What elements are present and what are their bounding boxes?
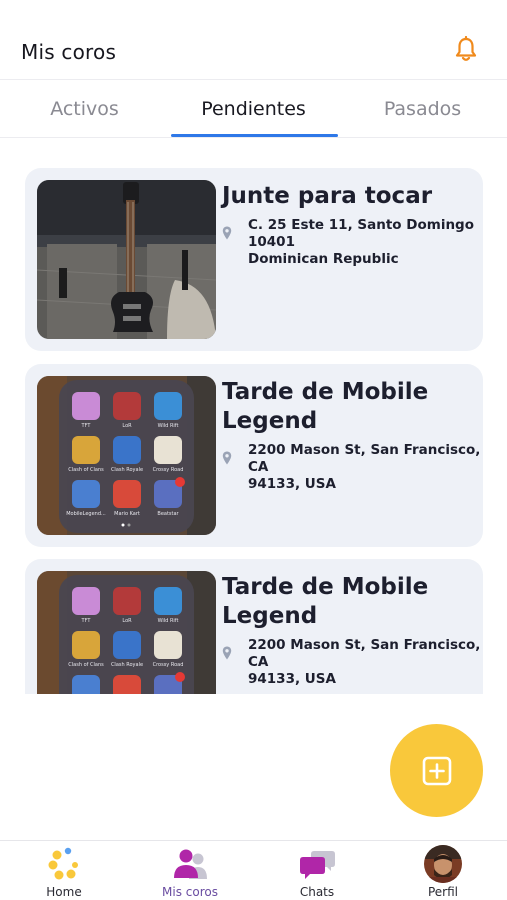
app-label: TFT [81,618,92,624]
chat-bubbles-icon [300,851,335,879]
tab-pasados[interactable]: Pasados [338,80,507,138]
app-label: LoR [122,618,132,624]
app-label: Wild Rift [158,618,179,624]
coro-image: TFT LoR Wild Rift Clash of Clans Clash R… [37,571,216,694]
location-pin-icon [222,646,232,660]
nav-mis-coros[interactable]: Mis coros [127,841,253,900]
app-label: Clash of Clans [68,467,104,473]
app-label: MobileLegend... [66,511,106,517]
mobile-games-folder-screenshot: TFT LoR Wild Rift Clash of Clans Clash R… [37,376,216,535]
coro-image: TFT LoR Wild Rift Clash of Clans Clash R… [37,376,216,535]
nav-label: Mis coros [162,885,218,899]
app-label: Clash Royale [111,662,143,668]
add-square-icon [422,756,451,785]
app-label: Beatstar [157,511,179,517]
coro-name: Junte para tocar [222,183,433,209]
nav-label: Chats [299,885,335,899]
app-label: Clash of Clans [68,662,104,668]
page-title: Mis coros [21,40,117,64]
top-bar: Mis coros [0,0,507,80]
bottom-nav: Home Mis coros Chats Perfil [0,840,507,900]
home-logo-icon [48,847,78,880]
location-pin-icon [222,226,232,240]
active-tab-indicator [171,134,338,137]
app-label: Crossy Road [153,662,184,668]
app-label: TFT [81,423,92,429]
app-label: Mario Kart [114,511,140,517]
app-label: Crossy Road [153,467,184,473]
users-icon [174,849,207,879]
app-label: LoR [122,423,132,429]
location-pin-icon [222,451,232,465]
avatar-icon [424,845,462,883]
nav-home[interactable]: Home [1,841,127,900]
app-label: Clash Royale [111,467,143,473]
guitar-photo [37,180,216,339]
coro-card[interactable]: TFT LoR Wild Rift Clash of Clans Clash R… [25,364,483,547]
coro-address: C. 25 Este 11, Santo Domingo 10401 Domin… [248,217,474,267]
coros-list[interactable]: Junte para tocar C. 25 Este 11, Santo Do… [0,138,507,694]
tab-bar: Activos Pendientes Pasados [0,80,507,138]
coro-name: Tarde de Mobile Legend [222,379,429,434]
app-label: Wild Rift [158,423,179,429]
bell-icon[interactable] [453,36,479,64]
coro-card[interactable]: Junte para tocar C. 25 Este 11, Santo Do… [25,168,483,351]
tab-pendientes[interactable]: Pendientes [169,80,338,138]
coro-address: 2200 Mason St, San Francisco, CA 94133, … [248,442,481,492]
coro-image [37,180,216,339]
add-coro-button[interactable] [390,724,483,817]
mobile-games-folder-screenshot: TFT LoR Wild Rift Clash of Clans Clash R… [37,571,216,694]
nav-label: Perfil [427,885,459,899]
nav-chats[interactable]: Chats [254,841,380,900]
coro-card[interactable]: TFT LoR Wild Rift Clash of Clans Clash R… [25,559,483,694]
nav-perfil[interactable]: Perfil [380,841,506,900]
coro-name: Tarde de Mobile Legend [222,574,429,629]
coro-address: 2200 Mason St, San Francisco, CA 94133, … [248,637,481,687]
tab-activos[interactable]: Activos [0,80,169,138]
nav-label: Home [46,885,82,899]
